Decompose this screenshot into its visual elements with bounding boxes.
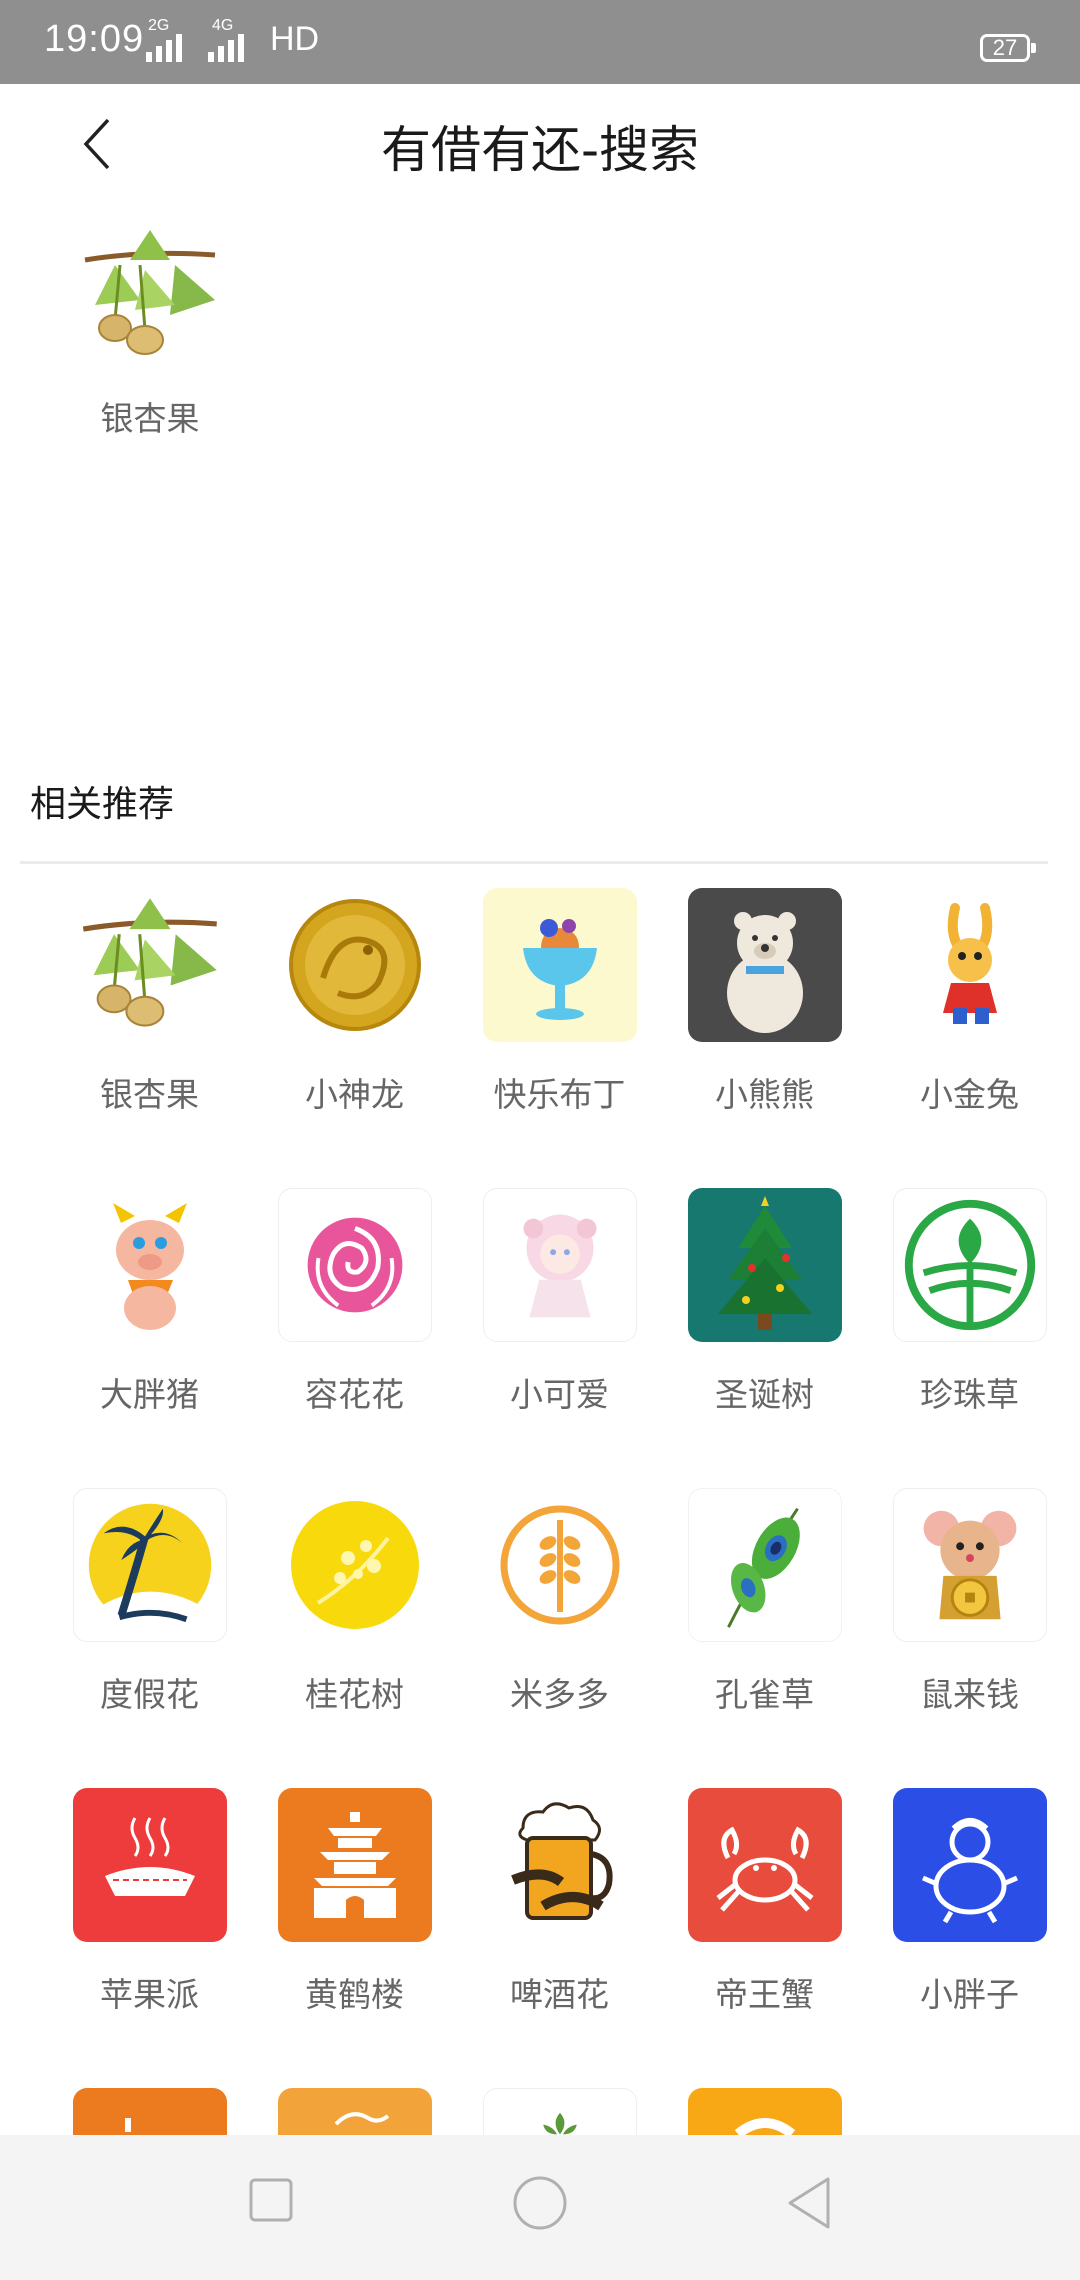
grid-item[interactable]: 银杏果 — [47, 888, 252, 1116]
recent-apps-icon[interactable] — [246, 2175, 296, 2225]
grid-item-label: 黄鹤楼 — [305, 1975, 404, 2014]
mouse-coin-icon — [892, 1488, 1047, 1642]
grid-item-label: 小胖子 — [920, 1975, 1019, 2014]
grid-item-label: 银杏果 — [100, 1075, 199, 1114]
grid-item-label: 圣诞树 — [715, 1375, 814, 1414]
grid-item-label: 珍珠草 — [920, 1375, 1019, 1414]
grid-item[interactable]: 珍珠草 — [867, 1188, 1072, 1416]
grid-item-label: 桂花树 — [305, 1675, 404, 1714]
grid-item[interactable]: 小熊熊 — [662, 888, 867, 1116]
status-bar: 19:09 2G 4G HD 27 — [0, 0, 1080, 84]
grid-item-label: 小金兔 — [920, 1075, 1019, 1114]
grid-item[interactable]: 苹果派 — [47, 1788, 252, 2016]
beer-icon — [483, 1788, 637, 1942]
palm-tree-icon — [72, 1488, 227, 1642]
grid-item-label: 帝王蟹 — [715, 1975, 814, 2014]
grid-item[interactable]: 鼠来钱 — [867, 1488, 1072, 1716]
grid-item[interactable]: 小胖子 — [867, 1788, 1072, 2016]
grid-item[interactable]: 小神龙 — [252, 888, 457, 1116]
grid-item-label: 啤酒花 — [510, 1975, 609, 2014]
wheat-icon — [483, 1488, 637, 1642]
grid-item-label: 米多多 — [510, 1675, 609, 1714]
grid-item[interactable]: 度假花 — [47, 1488, 252, 1716]
grid-item[interactable]: 帝王蟹 — [662, 1788, 867, 2016]
pudding-icon — [482, 888, 637, 1042]
grid-item-label: 小神龙 — [305, 1075, 404, 1114]
rose-icon — [277, 1188, 432, 1342]
signal-4g-label: 4G — [212, 17, 234, 34]
status-time: 19:09 — [44, 18, 145, 60]
pie-icon — [72, 1788, 227, 1942]
grid-item[interactable]: 圣诞树 — [662, 1188, 867, 1416]
grid-item-label: 小可爱 — [510, 1375, 609, 1414]
hd-indicator: HD — [270, 20, 320, 58]
grid-item-label: 大胖猪 — [100, 1375, 199, 1414]
ginkgo-icon — [73, 888, 227, 1042]
rabbit-icon — [893, 888, 1047, 1042]
battery-icon: 27 — [980, 34, 1030, 62]
grid-item-label: 小熊熊 — [715, 1075, 814, 1114]
tower-icon — [277, 1788, 432, 1942]
system-nav-bar — [0, 2135, 1080, 2280]
leaf-logo-icon — [892, 1188, 1047, 1342]
grid-item-label: 孔雀草 — [715, 1675, 814, 1714]
signal-2g-icon — [146, 34, 182, 62]
grid-item[interactable]: 啤酒花 — [457, 1788, 662, 2016]
divider — [20, 861, 1048, 864]
pig-icon — [73, 1188, 227, 1342]
grid-item[interactable]: 小金兔 — [867, 888, 1072, 1116]
header: 有借有还-搜索 — [0, 84, 1080, 204]
grid-item[interactable]: 黄鹤楼 — [252, 1788, 457, 2016]
page-title: 有借有还-搜索 — [380, 121, 700, 179]
grid-item[interactable]: 孔雀草 — [662, 1488, 867, 1716]
grid-item[interactable]: 大胖猪 — [47, 1188, 252, 1416]
grid-item-label: 容花花 — [305, 1375, 404, 1414]
grid-item-label: 快乐布丁 — [493, 1075, 626, 1114]
grid-item[interactable]: 米多多 — [457, 1488, 662, 1716]
grid-item[interactable]: 快乐布丁 — [457, 888, 662, 1116]
signal-2g-label: 2G — [148, 17, 170, 34]
battery-tip — [1031, 43, 1036, 53]
grid-item-label: 度假花 — [100, 1675, 199, 1714]
back-nav-icon[interactable] — [784, 2175, 834, 2231]
grid-item[interactable]: 容花花 — [252, 1188, 457, 1416]
grid-item[interactable]: 桂花树 — [252, 1488, 457, 1716]
search-result-item[interactable]: 银杏果 — [60, 220, 240, 440]
ginkgo-icon — [75, 220, 225, 370]
home-icon[interactable] — [512, 2175, 568, 2231]
osmanthus-icon — [278, 1488, 432, 1642]
search-result-label: 银杏果 — [100, 399, 200, 438]
anime-girl-icon — [482, 1188, 637, 1342]
bear-icon — [687, 888, 842, 1042]
christmas-tree-icon — [687, 1188, 842, 1342]
golden-dragon-coin-icon — [278, 888, 432, 1042]
crab-icon — [687, 1788, 842, 1942]
grid-item-label: 鼠来钱 — [920, 1675, 1019, 1714]
section-title: 相关推荐 — [30, 784, 175, 825]
grid-item-label: 苹果派 — [100, 1975, 199, 2014]
peacock-feather-icon — [687, 1488, 842, 1642]
grid-item[interactable]: 小可爱 — [457, 1188, 662, 1416]
signal-4g-icon — [208, 34, 244, 62]
chubby-character-icon — [892, 1788, 1047, 1942]
